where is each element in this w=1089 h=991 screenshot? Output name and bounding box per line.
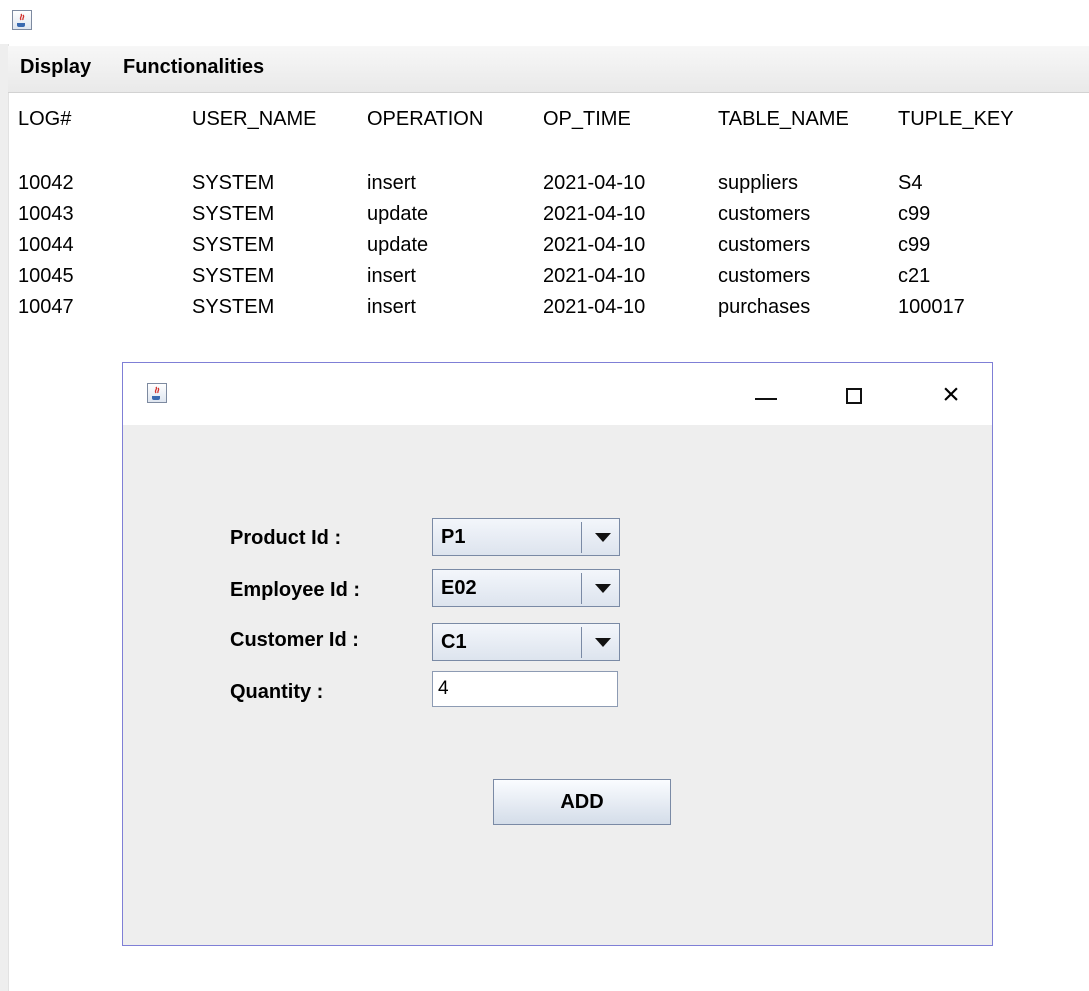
cell-user-name: SYSTEM [192, 203, 275, 225]
chevron-down-icon[interactable] [595, 638, 611, 647]
cell-op-time: 2021-04-10 [543, 234, 646, 256]
cell-log: 10044 [18, 234, 74, 256]
column-header-operation: OPERATION [367, 108, 484, 130]
quantity-label: Quantity : [230, 681, 324, 703]
java-coffee-icon [12, 10, 32, 30]
java-coffee-icon [147, 383, 167, 403]
menubar: Display Functionalities [8, 46, 1089, 93]
cell-operation: insert [367, 296, 416, 318]
employee-id-value: E02 [441, 577, 477, 599]
employee-id-select[interactable]: E02 [432, 569, 620, 607]
cell-tuple-key: c99 [898, 203, 931, 225]
minimize-button[interactable] [745, 375, 785, 415]
minimize-icon [755, 398, 777, 400]
menu-functionalities[interactable]: Functionalities [123, 56, 264, 79]
cell-table-name: purchases [718, 296, 811, 318]
cell-user-name: SYSTEM [192, 265, 275, 287]
window-left-edge [0, 44, 9, 991]
chevron-down-icon[interactable] [595, 584, 611, 593]
employee-id-label: Employee Id : [230, 579, 361, 601]
product-id-select[interactable]: P1 [432, 518, 620, 556]
cell-op-time: 2021-04-10 [543, 172, 646, 194]
cell-tuple-key: c99 [898, 234, 931, 256]
cell-table-name: customers [718, 234, 811, 256]
maximize-icon [846, 388, 862, 404]
product-id-value: P1 [441, 526, 466, 548]
column-header-table-name: TABLE_NAME [718, 108, 849, 130]
cell-table-name: suppliers [718, 172, 799, 194]
cell-user-name: SYSTEM [192, 296, 275, 318]
main-window-titlebar [0, 0, 1089, 44]
maximize-button[interactable] [834, 375, 874, 415]
cell-operation: insert [367, 172, 416, 194]
column-header-tuple-key: TUPLE_KEY [898, 108, 1014, 130]
customer-id-label: Customer Id : [230, 629, 359, 651]
cell-operation: update [367, 203, 429, 225]
add-button[interactable]: ADD [493, 779, 671, 825]
cell-user-name: SYSTEM [192, 234, 275, 256]
cell-operation: update [367, 234, 429, 256]
cell-user-name: SYSTEM [192, 172, 275, 194]
cell-table-name: customers [718, 265, 811, 287]
customer-id-value: C1 [441, 631, 467, 653]
dialog-titlebar[interactable]: × [123, 363, 992, 425]
column-header-op-time: OP_TIME [543, 108, 631, 130]
cell-log: 10043 [18, 203, 74, 225]
cell-op-time: 2021-04-10 [543, 296, 646, 318]
cell-table-name: customers [718, 203, 811, 225]
menu-display[interactable]: Display [20, 56, 91, 79]
cell-log: 10047 [18, 296, 74, 318]
add-purchase-dialog: × Product Id : P1 Employee Id : E02 Cust… [122, 362, 993, 946]
close-button[interactable]: × [931, 375, 971, 415]
chevron-down-icon[interactable] [595, 533, 611, 542]
cell-op-time: 2021-04-10 [543, 203, 646, 225]
cell-op-time: 2021-04-10 [543, 265, 646, 287]
cell-log: 10045 [18, 265, 74, 287]
cell-operation: insert [367, 265, 416, 287]
column-header-user-name: USER_NAME [192, 108, 317, 130]
cell-tuple-key: c21 [898, 265, 931, 287]
cell-log: 10042 [18, 172, 74, 194]
quantity-field[interactable]: 4 [432, 671, 618, 707]
cell-tuple-key: S4 [898, 172, 923, 194]
product-id-label: Product Id : [230, 527, 342, 549]
cell-tuple-key: 100017 [898, 296, 965, 318]
column-header-log: LOG# [18, 108, 72, 130]
customer-id-select[interactable]: C1 [432, 623, 620, 661]
